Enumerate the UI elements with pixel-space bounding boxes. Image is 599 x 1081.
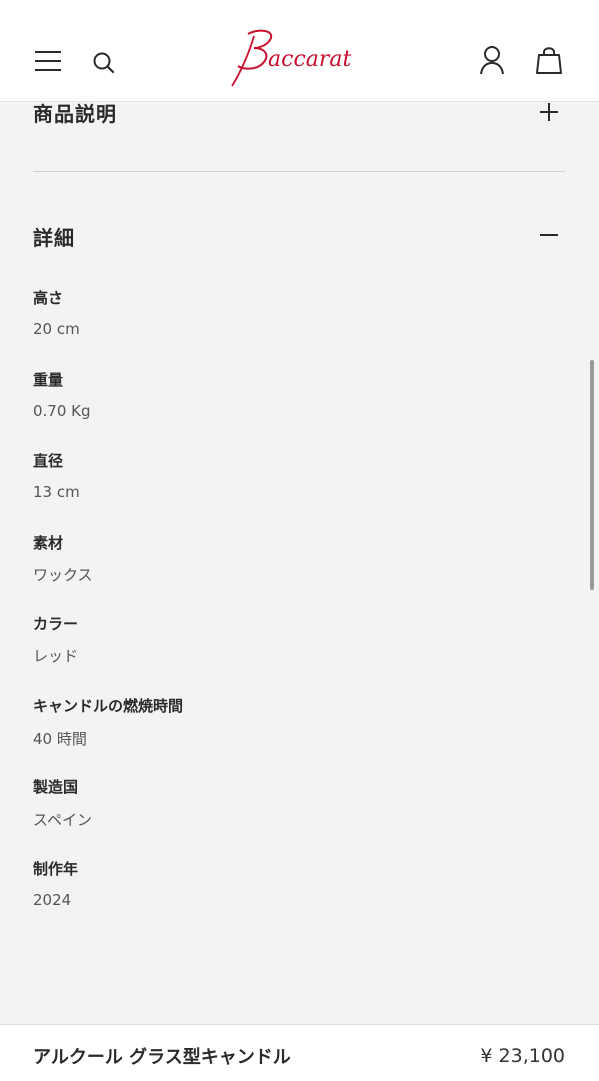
detail-value-year: 2024 xyxy=(33,891,72,909)
detail-value-material: ワックス xyxy=(33,566,93,584)
scrollbar[interactable] xyxy=(590,360,594,590)
plus-icon[interactable] xyxy=(539,102,559,122)
details-title: 詳細 xyxy=(33,226,75,250)
menu-icon[interactable] xyxy=(34,48,62,74)
detail-label-diameter: 直径 xyxy=(33,452,64,470)
section-divider xyxy=(33,171,565,172)
detail-value-weight: 0.70 Kg xyxy=(33,402,91,420)
detail-label-year: 制作年 xyxy=(33,860,79,878)
search-icon[interactable] xyxy=(90,49,118,77)
minus-icon[interactable] xyxy=(539,225,559,245)
product-details-panel: 商品説明 詳細 高さ 20 cm 重量 0.70 Kg 直径 13 cm 素材 … xyxy=(0,0,599,1024)
description-title: 商品説明 xyxy=(33,102,117,126)
detail-value-height: 20 cm xyxy=(33,320,80,338)
product-name: アルクール グラス型キャンドル xyxy=(33,1047,291,1068)
detail-label-origin: 製造国 xyxy=(33,778,79,796)
site-header: accarat xyxy=(0,0,599,102)
detail-label-material: 素材 xyxy=(33,534,64,552)
bag-icon[interactable] xyxy=(533,43,565,77)
detail-value-color: レッド xyxy=(33,647,79,665)
svg-text:accarat: accarat xyxy=(268,47,352,72)
detail-value-burn-time: 40 時間 xyxy=(33,730,87,748)
detail-label-height: 高さ xyxy=(33,289,64,307)
detail-value-origin: スペイン xyxy=(33,811,92,829)
brand-logo[interactable]: accarat xyxy=(224,26,376,90)
detail-value-diameter: 13 cm xyxy=(33,483,80,501)
product-price: ¥ 23,100 xyxy=(480,1045,565,1067)
detail-label-weight: 重量 xyxy=(33,371,64,389)
detail-label-color: カラー xyxy=(33,615,79,633)
detail-label-burn-time: キャンドルの燃焼時間 xyxy=(33,697,184,715)
sticky-product-bar: アルクール グラス型キャンドル ¥ 23,100 xyxy=(0,1024,599,1081)
account-icon[interactable] xyxy=(477,44,507,76)
details-accordion[interactable]: 詳細 xyxy=(33,220,565,250)
